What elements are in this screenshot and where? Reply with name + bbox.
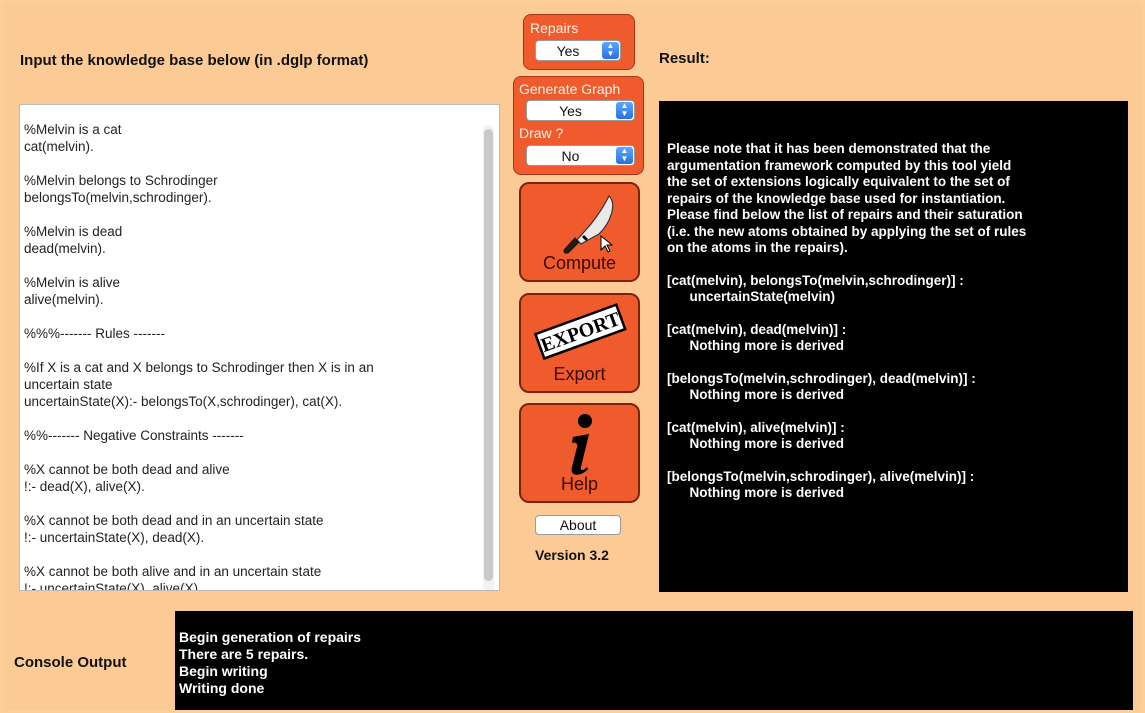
kb-line <box>24 495 477 512</box>
kb-line: uncertainState(X):- belongsTo(X,schrodin… <box>24 394 343 409</box>
kb-line: uncertain state <box>24 377 113 392</box>
kb-line: %X cannot be both alive and in an uncert… <box>24 564 322 579</box>
kb-line: %Melvin is alive <box>24 275 121 290</box>
kb-line <box>24 546 477 563</box>
result-panel: Please note that it has been demonstrate… <box>659 101 1128 592</box>
graph-panel: Generate Graph Yes ▲ ▼ Draw ? No ▲ ▼ <box>513 76 644 175</box>
export-stamp-icon: EXPORT <box>533 303 627 361</box>
kb-line: !:- uncertainState(X), alive(X). <box>24 581 202 591</box>
console-line: Begin writing <box>179 663 268 679</box>
kb-line: %X cannot be both dead and in an uncerta… <box>24 513 324 528</box>
generate-graph-label: Generate Graph <box>519 81 621 97</box>
kb-line: %%------- Negative Constraints ------- <box>24 428 244 443</box>
repairs-select-value: Yes <box>556 43 580 59</box>
repair-derived: Nothing more is derived <box>667 387 845 402</box>
kb-line: %%%------- Rules ------- <box>24 326 165 341</box>
info-icon <box>571 414 592 475</box>
repairs-label: Repairs <box>530 20 579 36</box>
version-label: Version 3.2 <box>535 547 609 563</box>
kb-line: %Melvin is dead <box>24 224 123 239</box>
console-line: Begin generation of repairs <box>179 629 362 645</box>
kb-scrollbar-thumb[interactable] <box>484 129 493 581</box>
kb-line: %Melvin belongs to Schrodinger <box>24 173 218 188</box>
draw-label: Draw ? <box>519 125 564 141</box>
kb-line: %If X is a cat and X belongs to Schrodin… <box>24 360 374 375</box>
export-button[interactable]: EXPORT Export <box>519 293 640 393</box>
knife-icon <box>563 194 614 254</box>
repair-derived: Nothing more is derived <box>667 338 845 353</box>
help-label: Help <box>560 474 599 494</box>
kb-line <box>24 257 477 274</box>
export-label: Export <box>553 364 606 384</box>
kb-line: cat(melvin). <box>24 139 94 154</box>
compute-button[interactable]: Compute <box>519 182 640 282</box>
repairs-list: [cat(melvin), belongsTo(melvin,schroding… <box>667 257 1120 502</box>
kb-line <box>24 206 477 223</box>
repair-set: [cat(melvin), alive(melvin)] : <box>667 419 845 435</box>
kb-line <box>24 444 477 461</box>
repairs-select[interactable]: Yes ▲ ▼ <box>535 40 621 61</box>
repairs-panel: Repairs Yes ▲ ▼ <box>523 14 635 70</box>
generate-graph-select-value: Yes <box>559 103 582 119</box>
generate-graph-select[interactable]: Yes ▲ ▼ <box>526 100 635 121</box>
repair-derived: Nothing more is derived <box>667 485 845 500</box>
kb-line: belongsTo(melvin,schrodinger). <box>24 190 212 205</box>
repair-set: [belongsTo(melvin,schrodinger), dead(mel… <box>667 370 976 386</box>
draw-select-value: No <box>561 148 580 164</box>
kb-line: !:- dead(X), alive(X). <box>24 479 145 494</box>
select-updown-icon: ▲ ▼ <box>602 42 619 59</box>
kb-line: %X cannot be both dead and alive <box>24 462 230 477</box>
result-heading: Result: <box>659 50 710 67</box>
repair-set: [cat(melvin), belongsTo(melvin,schroding… <box>667 272 964 288</box>
console-line: Writing done <box>179 680 265 696</box>
kb-line: alive(melvin). <box>24 292 104 307</box>
repair-derived: Nothing more is derived <box>667 436 845 451</box>
kb-line <box>24 410 477 427</box>
repair-derived: uncertainState(melvin) <box>667 289 836 304</box>
knowledge-base-textarea[interactable]: %Melvin is a cat cat(melvin). %Melvin belo… <box>19 104 500 591</box>
kb-scrollbar[interactable] <box>483 125 494 590</box>
kb-line: %Melvin is a cat <box>24 122 122 137</box>
kb-line <box>24 342 477 359</box>
compute-label: Compute <box>542 253 617 273</box>
knowledge-base-content: %Melvin is a cat cat(melvin). %Melvin belo… <box>24 121 477 591</box>
kb-line: dead(melvin). <box>24 241 106 256</box>
console-line: There are 5 repairs. <box>179 646 309 662</box>
about-button[interactable]: About <box>535 515 621 535</box>
select-updown-icon: ▲ ▼ <box>616 102 633 119</box>
repair-set: [belongsTo(melvin,schrodinger), alive(me… <box>667 468 975 484</box>
select-updown-icon: ▲ ▼ <box>616 147 633 164</box>
result-text: Please note that it has been demonstrate… <box>667 141 1120 502</box>
export-stamp-text: EXPORT <box>538 308 624 357</box>
console-output: Begin generation of repairs There are 5 r… <box>179 629 361 697</box>
kb-heading: Input the knowledge base below (in .dglp… <box>20 52 369 69</box>
repair-set: [cat(melvin), dead(melvin)] : <box>667 321 847 337</box>
kb-line: !:- uncertainState(X), dead(X). <box>24 530 205 545</box>
help-button[interactable]: Help <box>519 403 640 503</box>
console-panel: Begin generation of repairs There are 5 r… <box>175 611 1133 710</box>
result-intro: Please note that it has been demonstrate… <box>667 141 1027 255</box>
kb-line <box>24 155 477 172</box>
console-heading: Console Output <box>14 654 127 671</box>
draw-select[interactable]: No ▲ ▼ <box>526 145 635 166</box>
kb-line <box>24 308 477 325</box>
